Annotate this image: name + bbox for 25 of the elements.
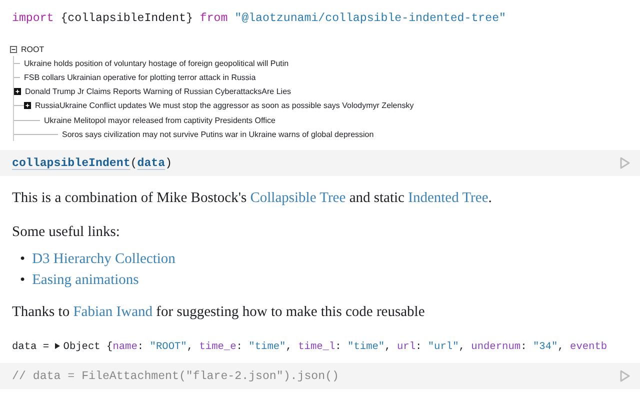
code-line: collapsibleIndent(data) bbox=[12, 156, 172, 170]
tree-node-label[interactable]: FSB collars Ukrainian operative for plotting terror attack in Russia bbox=[24, 72, 256, 82]
tree-node-label[interactable]: RussiaUkraine Conflict updates We must stop the aggressor as soon as possible says Volodymyr Zelensky bbox=[35, 101, 414, 110]
collapse-icon[interactable] bbox=[10, 46, 17, 53]
tree-node-label[interactable]: Soros says civilization may not survive Putins war in Ukraine warns of global depression bbox=[62, 130, 374, 139]
text-link[interactable]: Indented Tree bbox=[408, 190, 488, 206]
code-line: import {collapsibleIndent} from "@laotzunami/collapsible-indented-tree" bbox=[11, 11, 507, 27]
text-link[interactable]: Fabian Iwand bbox=[73, 304, 153, 320]
tree-node-label[interactable]: Ukraine holds position of voluntary hostage of foreign geopolitical will Putin bbox=[24, 58, 289, 68]
paragraph: This is a combination of Mike Bostock's Collapsible Tree and static Indented Tree. bbox=[11, 189, 493, 207]
tree-node-label[interactable]: ROOT bbox=[21, 44, 44, 54]
text-link[interactable]: Collapsible Tree bbox=[250, 190, 346, 206]
list-link[interactable]: D3 Hierarchy Collection bbox=[32, 251, 176, 268]
bullet: • bbox=[20, 251, 26, 268]
paragraph: Some useful links: bbox=[11, 223, 121, 241]
code-line: data = Object {name: "ROOT", time_e: "time", time_l: "time", url: "url", undernum: "34", eventb bbox=[11, 340, 608, 355]
tree-node-label[interactable]: Ukraine Melitopol mayor released from captivity Presidents Office bbox=[44, 116, 276, 125]
bullet: • bbox=[20, 272, 26, 289]
expand-icon[interactable] bbox=[24, 102, 31, 110]
list-link[interactable]: Easing animations bbox=[32, 272, 139, 289]
paragraph: Thanks to Fabian Iwand for suggesting how to make this code reusable bbox=[11, 303, 426, 321]
caret-icon[interactable] bbox=[55, 343, 60, 350]
code-comment: // data = FileAttachment("flare-2.json").json() bbox=[12, 370, 339, 382]
tree-node-label[interactable]: Donald Trump Jr Claims Reports Warning of Russian CyberattacksAre Lies bbox=[25, 87, 292, 96]
expand-icon[interactable] bbox=[14, 88, 21, 96]
